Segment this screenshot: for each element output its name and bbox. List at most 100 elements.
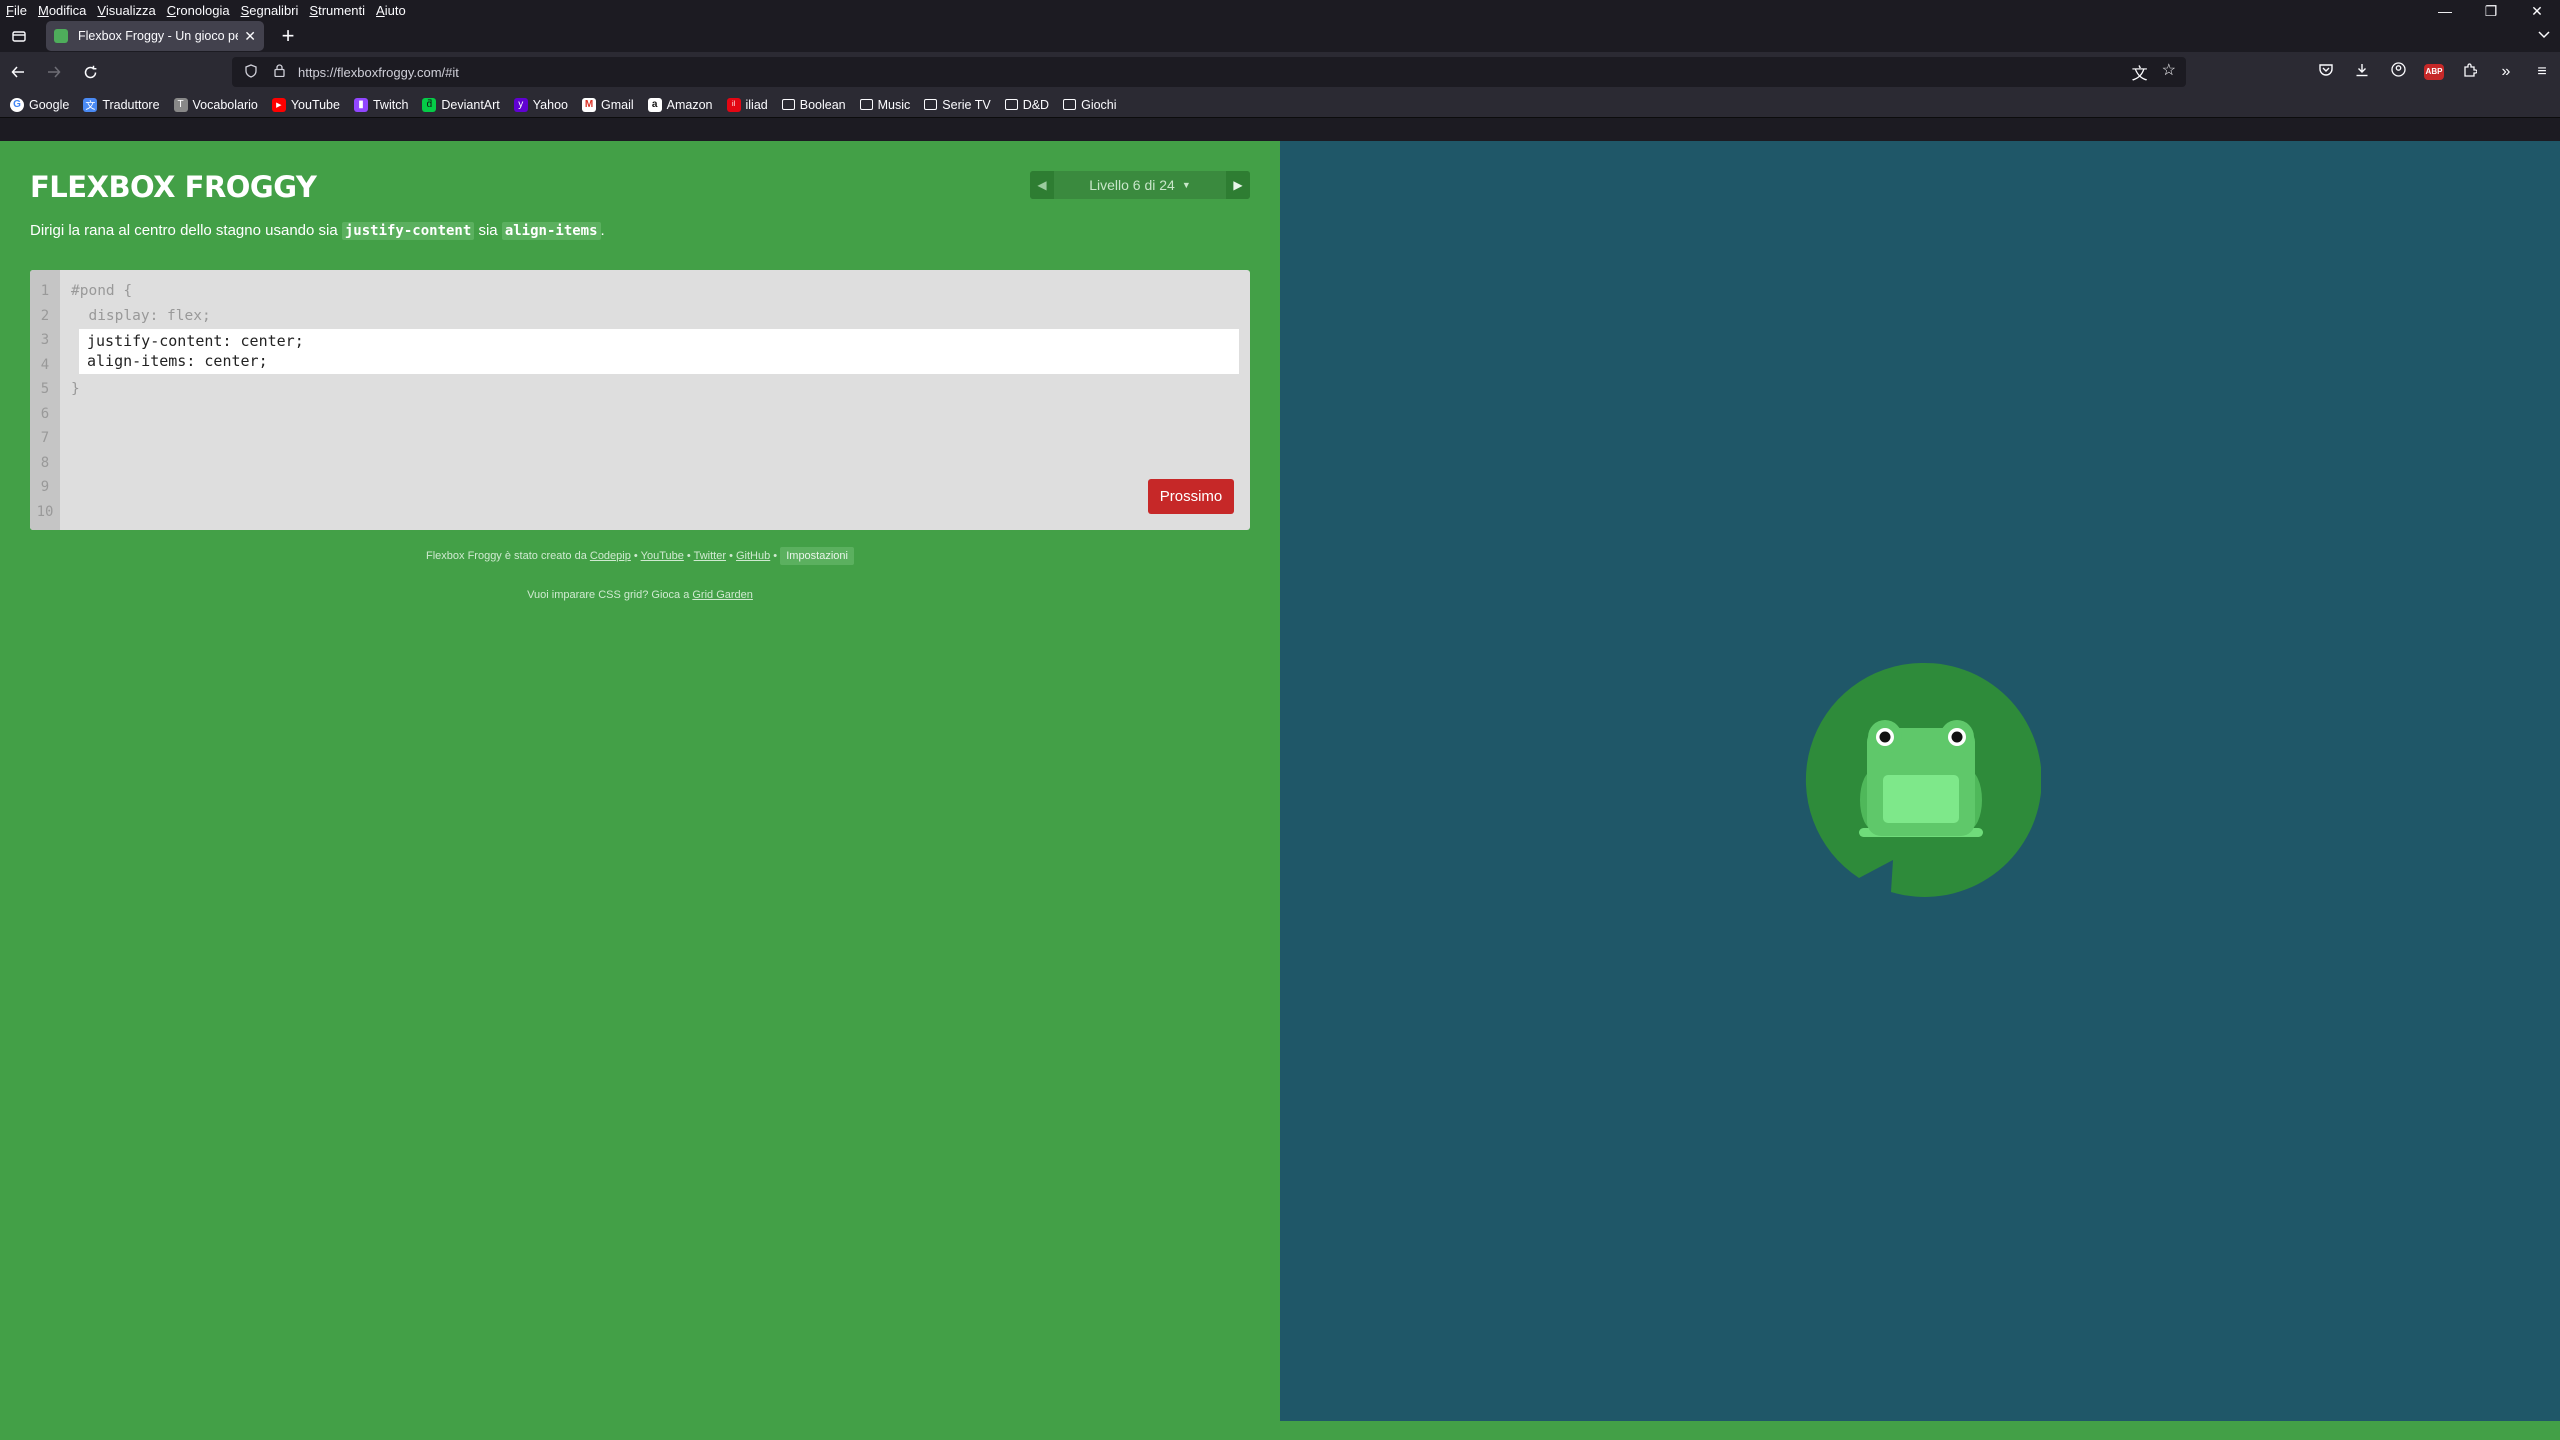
- menu-cronologia[interactable]: Cronologia: [167, 3, 230, 18]
- tab-bar: Flexbox Froggy - Un gioco per ✕ +: [0, 20, 2560, 52]
- bookmark-serie-tv[interactable]: Serie TV: [924, 98, 991, 112]
- bookmark-boolean[interactable]: Boolean: [781, 98, 846, 112]
- bookmark-star-icon[interactable]: ☆: [2162, 60, 2176, 84]
- new-tab-button[interactable]: +: [272, 20, 304, 52]
- frog-icon: [1859, 720, 1983, 837]
- line-number: 6: [40, 405, 50, 422]
- overflow-chevrons-icon[interactable]: »: [2488, 63, 2524, 81]
- bookmark-youtube[interactable]: ▶ YouTube: [271, 97, 340, 112]
- folder-icon: [1004, 99, 1018, 110]
- folder-icon: [859, 99, 873, 110]
- tab-overflow-chevron-icon[interactable]: [2538, 26, 2550, 42]
- forward-arrow-icon[interactable]: [36, 56, 72, 88]
- bookmark-google[interactable]: G Google: [10, 97, 69, 112]
- menu-strumenti[interactable]: Strumenti: [309, 3, 365, 18]
- bookmark-yahoo[interactable]: y Yahoo: [513, 97, 568, 112]
- downloads-icon[interactable]: [2344, 63, 2380, 82]
- credits: Flexbox Froggy è stato creato da Codepip…: [0, 547, 1280, 565]
- tab-active[interactable]: Flexbox Froggy - Un gioco per ✕: [46, 21, 264, 51]
- deviantart-icon: ƌ: [422, 97, 437, 112]
- bookmark-vocabolario[interactable]: T Vocabolario: [173, 97, 258, 112]
- twitter-link[interactable]: Twitter: [694, 550, 726, 562]
- line-number: 9: [40, 479, 50, 495]
- separator: •: [630, 550, 641, 562]
- folder-icon: [781, 99, 795, 110]
- window-controls: — ❐ ✕: [2422, 0, 2560, 22]
- line-number: 1: [40, 283, 50, 299]
- lock-icon[interactable]: [270, 64, 288, 80]
- game-sidebar: FLEXBOX FROGGY ◀ Livello 6 di 24 ▼ ▶ Dir…: [0, 141, 1280, 1440]
- pond: [1280, 141, 2560, 1421]
- reload-icon[interactable]: [72, 56, 108, 88]
- settings-button[interactable]: Impostazioni: [780, 547, 854, 565]
- menu-aiuto[interactable]: Aiuto: [376, 3, 406, 18]
- menu-modifica[interactable]: Modifica: [38, 3, 86, 18]
- url-text[interactable]: https://flexboxfroggy.com/#it: [298, 65, 459, 80]
- youtube-link[interactable]: YouTube: [641, 550, 684, 562]
- codepip-link[interactable]: Codepip: [590, 550, 631, 562]
- bookmark-music[interactable]: Music: [859, 98, 910, 112]
- bookmark-deviantart[interactable]: ƌ DeviantArt: [422, 97, 500, 112]
- bookmark-label: Amazon: [666, 97, 713, 112]
- menu-segnalibri[interactable]: Segnalibri: [241, 3, 299, 18]
- level-label: Livello 6 di 24: [1089, 177, 1175, 193]
- line-number: 3: [40, 332, 50, 348]
- bookmark-amazon[interactable]: a Amazon: [647, 97, 713, 112]
- line-number: 4: [40, 356, 50, 373]
- code-input-line[interactable]: justify-content: center;: [87, 331, 1239, 351]
- account-icon[interactable]: [2380, 62, 2416, 82]
- iliad-icon: il: [726, 97, 741, 112]
- menu-visualizza[interactable]: Visualizza: [97, 3, 155, 18]
- promo-text: Vuoi imparare CSS grid? Gioca a: [527, 589, 693, 601]
- adblock-plus-icon[interactable]: ABP: [2424, 64, 2444, 80]
- bookmark-giochi[interactable]: Giochi: [1063, 98, 1117, 112]
- minimize-button[interactable]: —: [2422, 0, 2468, 22]
- restore-button[interactable]: ❐: [2468, 0, 2514, 22]
- instruction-text: sia: [474, 222, 502, 239]
- grid-garden-link[interactable]: Grid Garden: [692, 589, 753, 601]
- bookmark-label: Traduttore: [102, 97, 160, 112]
- bookmark-traduttore[interactable]: 文 Traduttore: [83, 97, 160, 112]
- pocket-icon[interactable]: [2308, 63, 2344, 81]
- tab-list-icon[interactable]: [0, 20, 38, 52]
- close-tab-icon[interactable]: ✕: [244, 28, 256, 45]
- level-indicator[interactable]: Livello 6 di 24 ▼: [1054, 171, 1226, 199]
- github-link[interactable]: GitHub: [736, 550, 770, 562]
- prev-level-arrow-icon[interactable]: ◀: [1030, 171, 1054, 199]
- next-button[interactable]: Prossimo: [1148, 479, 1234, 514]
- back-arrow-icon[interactable]: [0, 56, 36, 88]
- line-number: 10: [36, 503, 54, 520]
- url-bar[interactable]: https://flexboxfroggy.com/#it 文 ☆: [232, 57, 2186, 87]
- amazon-icon: a: [647, 97, 662, 112]
- next-level-arrow-icon[interactable]: ▶: [1226, 171, 1250, 199]
- game-logo: FLEXBOX FROGGY: [30, 170, 317, 204]
- bookmark-label: DeviantArt: [441, 97, 500, 112]
- bookmark-d-d[interactable]: D&D: [1004, 98, 1049, 112]
- line-numbers: 1 2 3 4 5 6 7 8 9 10: [30, 270, 60, 530]
- level-navigator: ◀ Livello 6 di 24 ▼ ▶: [1030, 171, 1250, 199]
- bookmark-gmail[interactable]: M Gmail: [581, 97, 634, 112]
- bookmark-iliad[interactable]: il iliad: [726, 97, 768, 112]
- line-number: 5: [40, 381, 50, 397]
- close-window-button[interactable]: ✕: [2514, 0, 2560, 22]
- css-input-textarea[interactable]: justify-content: center; align-items: ce…: [79, 329, 1239, 374]
- hamburger-menu-icon[interactable]: ≡: [2524, 63, 2560, 81]
- bookmark-twitch[interactable]: ▮ Twitch: [353, 97, 408, 112]
- translate-icon[interactable]: 文: [2132, 60, 2148, 84]
- instruction-text: .: [600, 222, 605, 239]
- line-number: 2: [40, 307, 50, 324]
- line-number: 7: [40, 430, 50, 446]
- gmail-icon: M: [581, 97, 596, 112]
- bookmark-label: Gmail: [600, 97, 634, 112]
- extensions-icon[interactable]: [2452, 62, 2488, 82]
- tracking-shield-icon[interactable]: [242, 63, 260, 81]
- menu-bar: File Modifica Visualizza Cronologia Segn…: [0, 0, 2560, 20]
- code-line: }: [71, 381, 80, 397]
- code-input-line[interactable]: align-items: center;: [87, 351, 1239, 371]
- bookmark-label: Yahoo: [532, 97, 568, 112]
- code-justify-content: justify-content: [341, 222, 475, 240]
- twitch-icon: ▮: [353, 97, 368, 112]
- frog-on-lilypad: [1805, 662, 2041, 897]
- menu-file[interactable]: File: [6, 3, 27, 18]
- folder-icon: [924, 99, 938, 110]
